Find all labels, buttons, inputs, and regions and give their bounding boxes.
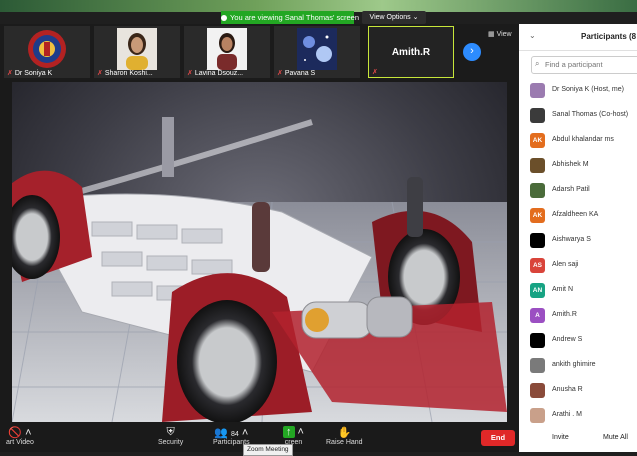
participants-button[interactable]: 👥 84 ˄ Participants [213, 426, 250, 446]
participant-name: Arathi . M [552, 411, 582, 418]
view-button[interactable]: ▦ View [488, 30, 512, 38]
participant-row[interactable]: A Amith.R [519, 303, 637, 328]
video-off-icon: 🚫 ˄ [8, 427, 32, 439]
avatar [530, 83, 545, 98]
avatar [530, 158, 545, 173]
mic-muted-icon: ✗ [277, 70, 283, 77]
participant-name: Sanal Thomas (Co-host) [552, 111, 629, 118]
hand-icon: ✋ [337, 427, 352, 439]
participant-row[interactable]: AK Abdul khalandar ms [519, 128, 637, 153]
participants-icon: 👥 84 ˄ [214, 427, 249, 439]
mic-muted-icon: ✗ [187, 70, 193, 77]
security-button[interactable]: ⛨ Security [158, 426, 183, 446]
view-options-button[interactable]: View Options ⌄ [362, 11, 426, 24]
shield-icon: ⛨ [166, 426, 175, 438]
thumbnail-name: ✗ Dr Soniya K [7, 70, 53, 77]
participant-list: Dr Soniya K (Host, me) Sanal Thomas (Co-h… [519, 78, 637, 428]
thumbnail-name: ✗ [372, 68, 380, 76]
status-dot-icon [221, 14, 227, 21]
avatar [530, 358, 545, 373]
thumbnail-amith[interactable]: Amith.R ✗ [368, 26, 454, 78]
participant-search[interactable]: ⌕ [531, 56, 637, 74]
participant-row[interactable]: Andrew S [519, 328, 637, 353]
share-screen-icon: ↑ ˄ [283, 426, 304, 439]
thumbnail-lavina[interactable]: ✗ Lavina Dsouz... [184, 26, 270, 78]
participant-name: Dr Soniya K (Host, me) [552, 86, 624, 93]
mute-all-button[interactable]: Mute All [603, 434, 628, 441]
participant-name: Abhishek M [552, 161, 589, 168]
next-thumbnails-button[interactable]: › [463, 43, 481, 61]
avatar: AK [530, 133, 545, 148]
mic-muted-icon: ✗ [97, 70, 103, 77]
panel-header: ⌄ Participants (8 [519, 24, 637, 51]
participant-name: ankith ghimire [552, 361, 596, 368]
participant-row[interactable]: Aishwarya S [519, 228, 637, 253]
meeting-video-area: ✗ Dr Soniya K ✗ Sharon Koshi... ✗ Lavina Ds… [0, 24, 519, 422]
participant-row[interactable]: Dr Soniya K (Host, me) [519, 78, 637, 103]
avatar [530, 233, 545, 248]
share-screen-button[interactable]: ↑ ˄ creen [283, 426, 304, 446]
participant-row[interactable]: Sanal Thomas (Co-host) [519, 103, 637, 128]
participant-name: Abdul khalandar ms [552, 136, 614, 143]
thumbnail-sharon[interactable]: ✗ Sharon Koshi... [94, 26, 180, 78]
space-image [297, 28, 337, 70]
panel-title: Participants (8 [581, 32, 637, 41]
participant-row[interactable]: AN Amit N [519, 278, 637, 303]
start-video-button[interactable]: 🚫 ˄ art Video [6, 426, 34, 446]
car-chassis-image [12, 117, 507, 422]
participant-name: Alen saji [552, 261, 579, 268]
avatar: A [530, 308, 545, 323]
thumbnail-name: ✗ Sharon Koshi... [97, 70, 153, 77]
participants-panel: ⌄ Participants (8 ⌕ Dr Soniya K (Host, m… [519, 24, 637, 452]
tooltip: Zoom Meeting [243, 444, 293, 456]
participant-row[interactable]: Arathi . M [519, 403, 637, 428]
thumbnail-name: ✗ Lavina Dsouz... [187, 70, 244, 77]
banner-text: You are viewing Sanal Thomas' screen [230, 13, 360, 22]
participant-name: Anusha R [552, 386, 583, 393]
mic-muted-icon: ✗ [372, 69, 378, 76]
grid-view-icon: ▦ [488, 31, 497, 38]
mic-muted-icon: ✗ [7, 70, 13, 77]
thumbnail-soniya[interactable]: ✗ Dr Soniya K [4, 26, 90, 78]
avatar [530, 183, 545, 198]
search-input[interactable] [545, 58, 637, 71]
thumbnail-strip: ✗ Dr Soniya K ✗ Sharon Koshi... ✗ Lavina Ds… [0, 24, 519, 80]
participant-name: Adarsh Patil [552, 186, 590, 193]
participant-row[interactable]: Anusha R [519, 378, 637, 403]
avatar [530, 383, 545, 398]
participant-row[interactable]: AK Afzaldheen KA [519, 203, 637, 228]
avatar [530, 408, 545, 423]
viewing-banner: You are viewing Sanal Thomas' screen [221, 11, 359, 24]
thumbnail-name-large: Amith.R [391, 47, 431, 58]
chevron-down-icon[interactable]: ⌄ [529, 31, 536, 40]
panel-footer: Invite Mute All [519, 428, 637, 452]
logo-image [28, 30, 66, 68]
search-icon: ⌕ [535, 59, 540, 68]
participant-row[interactable]: AS Alen saji [519, 253, 637, 278]
chevron-right-icon: › [470, 45, 474, 57]
avatar [530, 333, 545, 348]
participant-name: Amith.R [552, 311, 577, 318]
participant-name: Amit N [552, 286, 573, 293]
thumbnail-name: ✗ Pavana S [277, 70, 316, 77]
end-meeting-button[interactable]: End [481, 430, 515, 446]
shared-screen [12, 82, 507, 422]
thumbnail-pavana[interactable]: ✗ Pavana S [274, 26, 360, 78]
participant-name: Afzaldheen KA [552, 211, 599, 218]
person-image [117, 28, 157, 70]
invite-button[interactable]: Invite [552, 434, 569, 441]
raise-hand-button[interactable]: ✋ Raise Hand [326, 426, 363, 446]
participant-row[interactable]: ankith ghimire [519, 353, 637, 378]
avatar: AK [530, 208, 545, 223]
avatar [530, 108, 545, 123]
participant-row[interactable]: Adarsh Patil [519, 178, 637, 203]
person-image [207, 28, 247, 70]
avatar: AN [530, 283, 545, 298]
participant-name: Aishwarya S [552, 236, 591, 243]
participant-name: Andrew S [552, 336, 583, 343]
avatar: AS [530, 258, 545, 273]
meeting-toolbar: 🚫 ˄ art Video ⛨ Security 👥 84 ˄ Participant… [0, 422, 519, 456]
participant-row[interactable]: Abhishek M [519, 153, 637, 178]
